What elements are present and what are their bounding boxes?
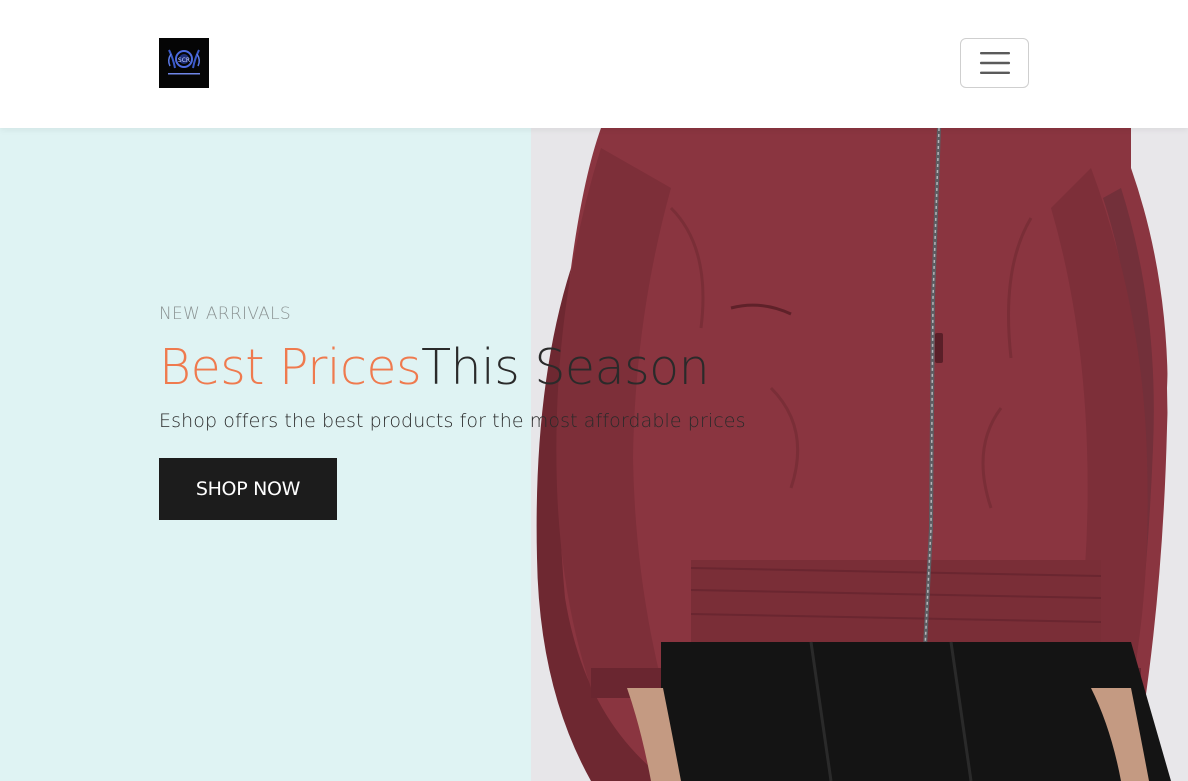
hero-product-image: [531, 128, 1188, 781]
menu-toggle-button[interactable]: [960, 38, 1029, 88]
hero-banner: NEW ARRIVALS Best PricesThis Season Esho…: [0, 128, 1188, 781]
brand-emblem-icon: SCR: [159, 38, 209, 88]
top-navbar: SCR: [0, 0, 1188, 128]
jacket-model-illustration: [531, 128, 1188, 781]
hero-headline-rest: This Season: [421, 339, 710, 396]
hero-subline: Eshop offers the best products for the m…: [159, 410, 746, 432]
hero-headline: Best PricesThis Season: [159, 336, 710, 400]
brand-logo[interactable]: SCR: [159, 38, 209, 88]
brand-monogram: SCR: [178, 57, 190, 64]
hero-headline-accent: Best Prices: [159, 339, 422, 396]
hero-eyebrow: NEW ARRIVALS: [159, 304, 291, 324]
shop-now-button[interactable]: SHOP NOW: [159, 458, 337, 520]
hamburger-menu-icon: [979, 52, 1010, 74]
